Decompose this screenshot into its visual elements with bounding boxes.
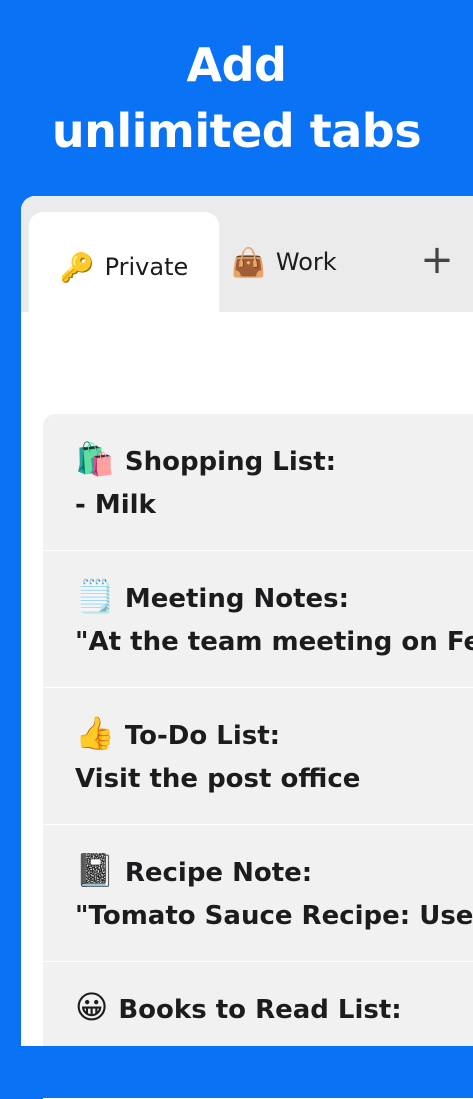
tab-bar: 🔑 Private 👜 Work + [21, 196, 473, 322]
note-title-text: Books to Read List: [118, 995, 402, 1025]
list-item[interactable]: 📓 Recipe Note: "Tomato Sauce Recipe: Use [43, 825, 473, 962]
tab-work[interactable]: 👜 Work [231, 212, 381, 312]
note-title-text: Shopping List: [124, 447, 337, 477]
headline-line-1: Add [186, 38, 287, 92]
note-title: 🗒️ Meeting Notes: [75, 577, 349, 615]
note-body: "Tomato Sauce Recipe: Use [75, 901, 473, 931]
note-title: 😀 Books to Read List: [75, 988, 402, 1026]
handbag-icon: 👜 [231, 245, 266, 279]
notebook-icon: 📓 [75, 851, 115, 889]
grinning-face-icon: 😀 [75, 988, 109, 1026]
note-title: 🛍️ Shopping List: [75, 440, 336, 478]
shopping-bags-icon: 🛍️ [75, 440, 115, 478]
list-item[interactable]: 😀 Books to Read List: [43, 962, 473, 1099]
note-title-text: To-Do List: [124, 721, 281, 751]
list-item[interactable]: 🛍️ Shopping List: - Milk [43, 414, 473, 551]
promo-headline: Add unlimited tabs [0, 32, 473, 164]
note-title-text: Meeting Notes: [124, 584, 350, 614]
note-body: - Milk [75, 490, 156, 520]
note-body: Visit the post office [75, 764, 361, 794]
tab-private[interactable]: 🔑 Private [29, 212, 219, 322]
list-item[interactable]: 🗒️ Meeting Notes: "At the team meeting on… [43, 551, 473, 688]
notepad-icon: 🗒️ [75, 577, 115, 615]
note-title: 👍 To-Do List: [75, 714, 280, 752]
key-icon: 🔑 [59, 250, 95, 284]
note-title: 📓 Recipe Note: [75, 851, 312, 889]
add-tab-button[interactable]: + [417, 210, 457, 310]
notes-list: 🛍️ Shopping List: - Milk 🗒️ Meeting Notes:… [43, 414, 473, 1099]
list-item[interactable]: 👍 To-Do List: Visit the post office [43, 688, 473, 825]
tab-private-label: Private [104, 253, 189, 281]
note-body: "At the team meeting on Fe [75, 627, 473, 657]
note-title-text: Recipe Note: [124, 858, 313, 888]
tab-work-label: Work [275, 248, 337, 276]
app-window: 🔑 Private 👜 Work + 🛍️ Shopping List: - Mi… [21, 196, 473, 1099]
thumbs-up-icon: 👍 [75, 714, 115, 752]
headline-line-2: unlimited tabs [51, 104, 422, 158]
